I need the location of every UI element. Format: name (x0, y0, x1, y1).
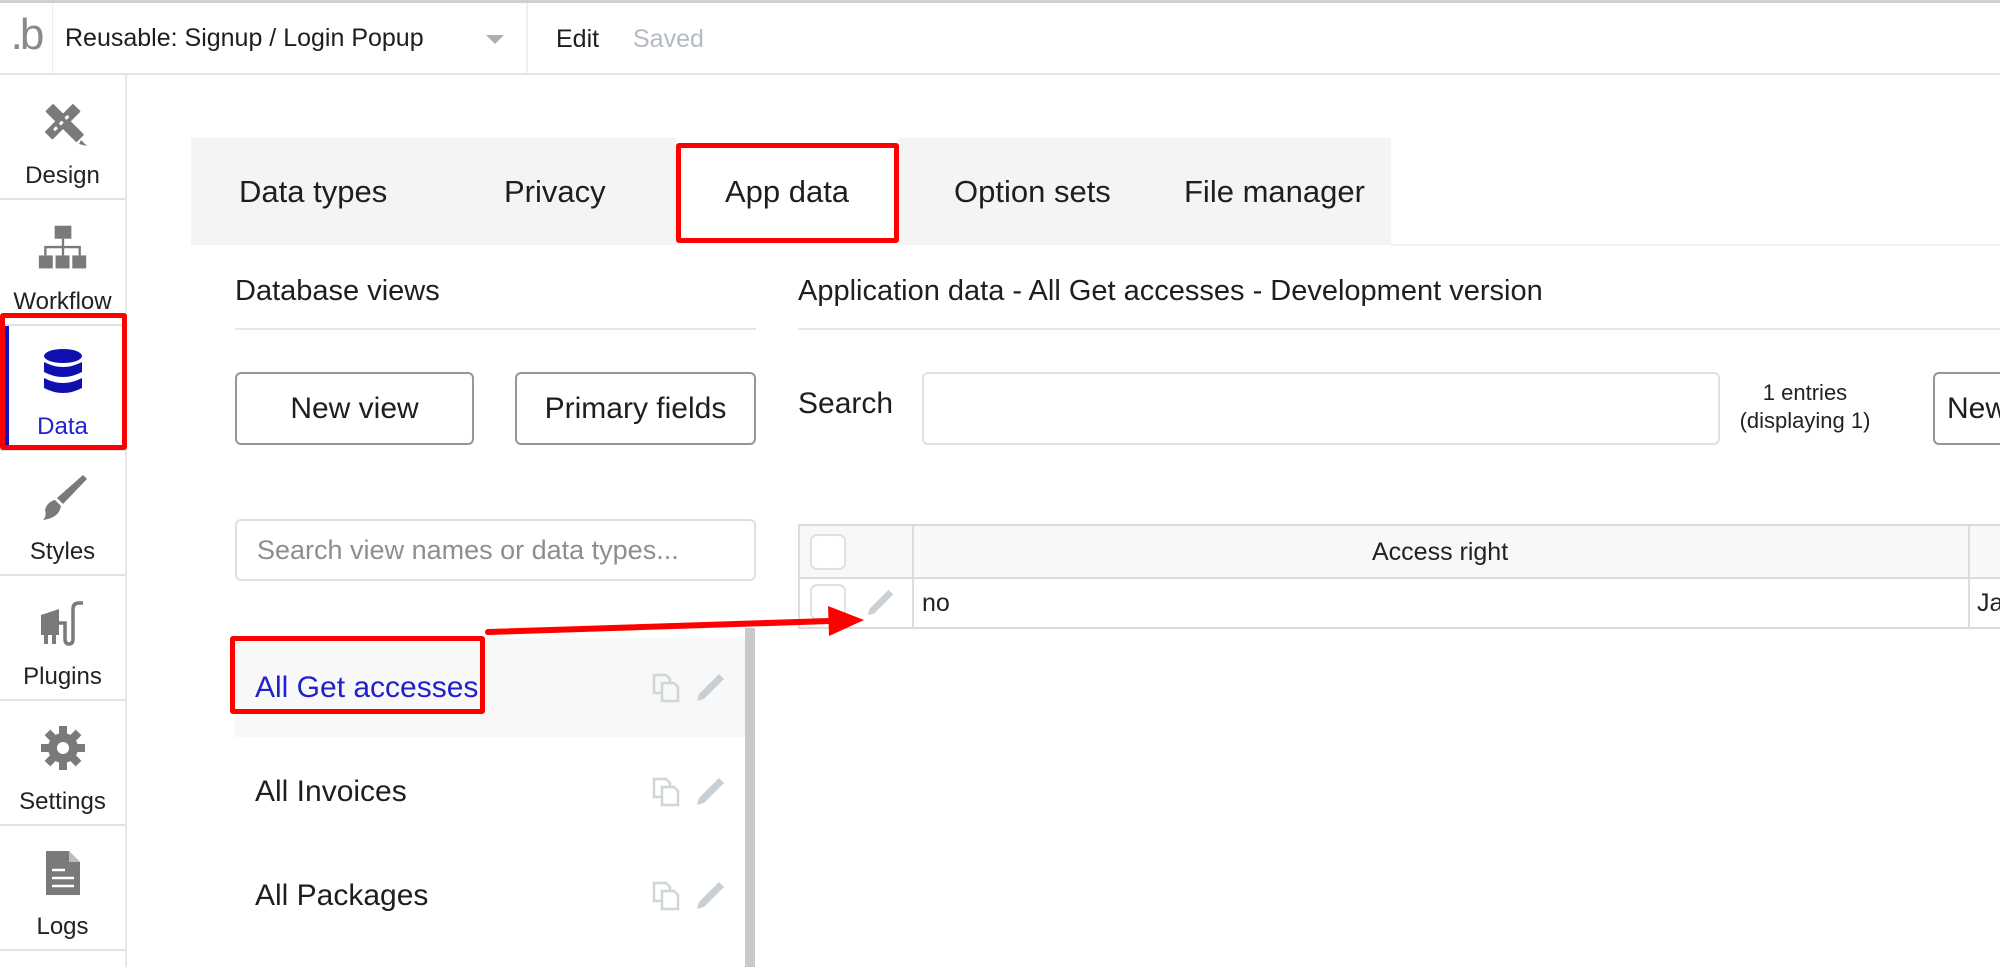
sidebar-item-plugins[interactable]: Plugins (0, 576, 125, 701)
view-name: All Invoices (255, 774, 407, 808)
page-selector-dropdown[interactable]: Reusable: Signup / Login Popup (54, 3, 528, 73)
tab-bar: Data types Privacy App data Option sets … (191, 138, 1391, 245)
column-divider (912, 526, 914, 577)
tab-label: Option sets (954, 173, 1111, 209)
tab-label: File manager (1184, 173, 1365, 209)
search-label: Search (798, 387, 894, 420)
column-divider (1968, 579, 1970, 627)
top-bar: .b Reusable: Signup / Login Popup Edit S… (0, 0, 2000, 75)
tab-app-data[interactable]: App data (676, 138, 898, 245)
database-icon (37, 347, 89, 399)
sidebar-item-data[interactable]: Data (0, 326, 125, 451)
tab-option-sets[interactable]: Option sets (954, 138, 1111, 245)
table-row[interactable]: no Ja (798, 579, 2000, 629)
pencil-icon[interactable] (693, 775, 727, 809)
column-divider (1968, 526, 1970, 577)
workflow-icon (37, 222, 89, 274)
sidebar-label: Design (25, 162, 100, 189)
primary-fields-button[interactable]: Primary fields (515, 372, 756, 445)
sidebar-label: Workflow (13, 288, 112, 315)
tab-privacy[interactable]: Privacy (504, 138, 606, 245)
entries-total: 1 entries (1762, 380, 1848, 405)
view-name: All Get accesses (255, 670, 479, 704)
view-item-all-get-accesses[interactable]: All Get accesses (235, 638, 750, 737)
button-label: New view (290, 391, 419, 425)
view-name: All Packages (255, 878, 429, 912)
save-status: Saved (633, 25, 704, 53)
tab-label: Data types (239, 173, 388, 209)
design-icon (37, 96, 89, 148)
sidebar-label: Data (37, 413, 88, 440)
tab-data-types[interactable]: Data types (239, 138, 387, 245)
copy-icon[interactable] (650, 879, 684, 913)
button-label: Primary fields (544, 391, 727, 425)
logo-text: .b (10, 10, 45, 59)
new-entry-button[interactable]: New entry (1933, 372, 2000, 445)
select-all-checkbox[interactable] (810, 534, 846, 570)
arrow-shaft (485, 618, 833, 635)
gear-icon (37, 722, 89, 774)
view-item-all-packages[interactable]: All Packages (235, 846, 750, 945)
sidebar-item-workflow[interactable]: Workflow (0, 200, 125, 326)
sidebar: Design Workflow Data Styles Plugins Sett… (0, 75, 127, 967)
cell-access-right[interactable]: no (922, 589, 950, 618)
divider (235, 328, 756, 330)
column-header-access-right[interactable]: Access right (1372, 538, 1508, 567)
view-search-input[interactable] (235, 519, 756, 581)
tab-file-manager[interactable]: File manager (1184, 138, 1365, 245)
sidebar-label: Plugins (23, 663, 102, 690)
database-views-title: Database views (235, 275, 440, 307)
copy-icon[interactable] (650, 671, 684, 705)
copy-icon[interactable] (650, 775, 684, 809)
tab-label: Privacy (504, 173, 606, 209)
document-icon (37, 847, 89, 899)
entries-count: 1 entries (displaying 1) (1730, 379, 1880, 435)
data-search-input[interactable] (922, 372, 1720, 445)
new-view-button[interactable]: New view (235, 372, 474, 445)
sidebar-label: Settings (19, 788, 106, 815)
cell-date[interactable]: Ja (1977, 589, 2000, 618)
plug-icon (37, 597, 89, 649)
entries-displaying: (displaying 1) (1739, 408, 1871, 433)
app-data-title: Application data - All Get accesses - De… (798, 275, 1543, 307)
divider (798, 328, 2000, 330)
brush-icon (37, 472, 89, 524)
pencil-icon[interactable] (693, 671, 727, 705)
sidebar-item-design[interactable]: Design (0, 75, 125, 200)
sidebar-item-settings[interactable]: Settings (0, 701, 125, 826)
table-header: Access right (798, 524, 2000, 579)
pencil-icon[interactable] (864, 587, 896, 619)
column-divider (912, 579, 914, 627)
edit-menu[interactable]: Edit (556, 25, 599, 54)
tab-label: App data (724, 173, 850, 209)
page-selector-label: Reusable: Signup / Login Popup (65, 23, 424, 52)
chevron-down-icon (486, 35, 504, 44)
row-checkbox[interactable] (810, 584, 846, 620)
sidebar-item-logs[interactable]: Logs (0, 826, 125, 951)
bubble-logo[interactable]: .b (0, 3, 53, 73)
view-list-scrollbar[interactable] (745, 628, 755, 967)
tab-bar-baseline (1391, 244, 2000, 246)
view-item-all-invoices[interactable]: All Invoices (235, 742, 750, 841)
pencil-icon[interactable] (693, 879, 727, 913)
sidebar-label: Styles (29, 538, 96, 565)
sidebar-item-styles[interactable]: Styles (0, 451, 125, 576)
button-label: New entry (1947, 391, 2000, 425)
sidebar-label: Logs (36, 913, 89, 940)
